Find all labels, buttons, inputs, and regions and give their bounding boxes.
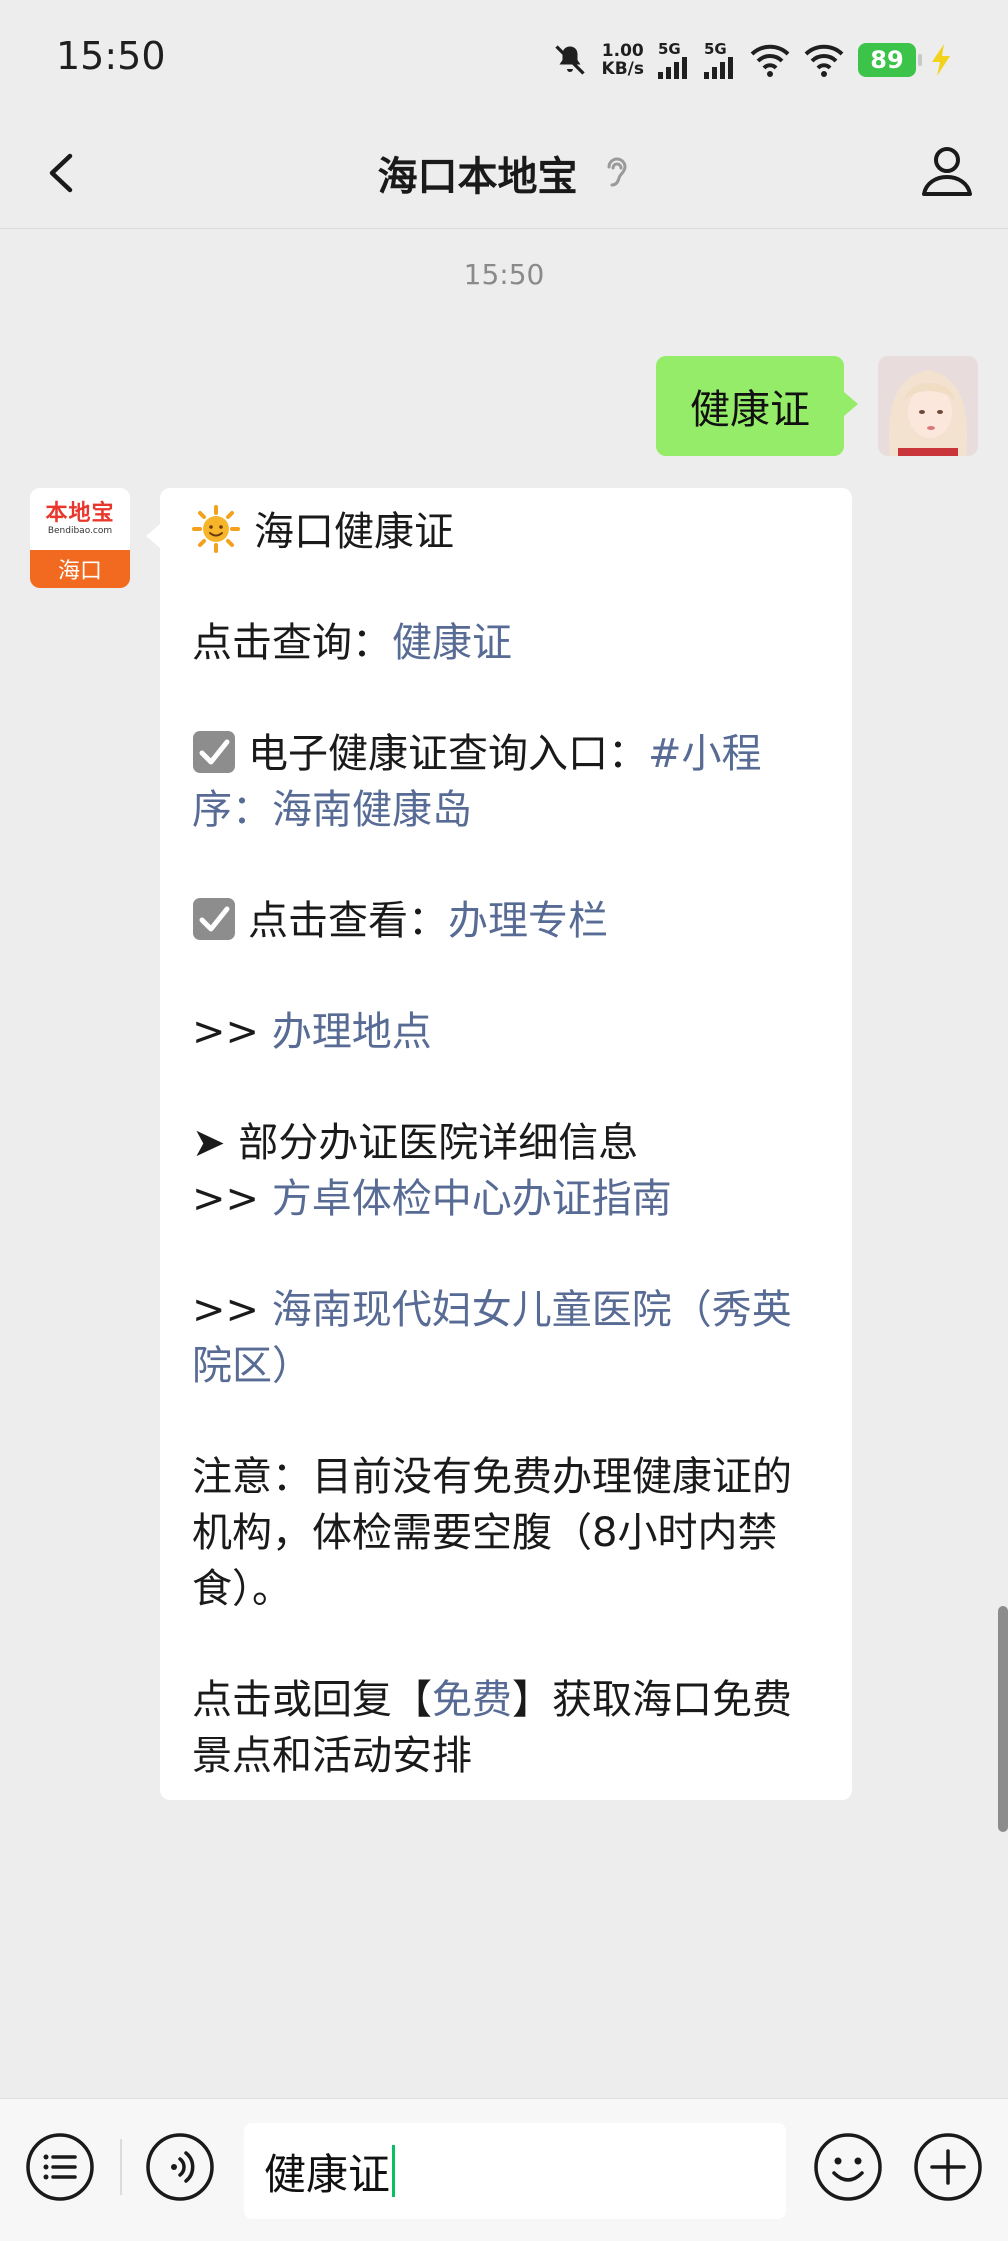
signal-1: 5G: [658, 39, 690, 79]
bot-brand: 本地宝: [45, 500, 115, 526]
charging-icon: [932, 44, 950, 76]
battery-icon: 89: [858, 43, 922, 77]
ehealth-line: 电子健康证查询入口：#小程序：海南健康岛: [192, 726, 820, 838]
status-bar: 15:50 1.00 KB/s 5G 5G 89: [0, 0, 1008, 118]
nav-title-wrap: 海口本地宝: [0, 144, 1008, 202]
user-avatar[interactable]: [878, 356, 978, 456]
received-message-bubble: 海口健康证 点击查询：健康证 电子健康证查询入口：#小程序：海南健康岛 点击查看…: [146, 488, 852, 1800]
wifi-icon: [804, 44, 844, 77]
bot-avatar[interactable]: 本地宝 Bendibao.com 海口: [30, 488, 130, 588]
nav-bar: 海口本地宝: [0, 118, 1008, 229]
emoji-icon: [814, 2133, 882, 2201]
wifi-icon: [750, 44, 790, 77]
checkbox-icon: [193, 731, 235, 773]
location-line: >> 办理地点: [192, 1004, 820, 1060]
free-link[interactable]: 免费: [432, 1677, 512, 1723]
hospital2-line: >> 海南现代妇女儿童医院（秀英院区）: [192, 1282, 820, 1394]
query-link[interactable]: 健康证: [392, 620, 512, 666]
plus-icon: [914, 2133, 982, 2201]
location-prefix: >>: [192, 1009, 272, 1055]
view-link[interactable]: 办理专栏: [448, 898, 608, 944]
mute-bell-icon: [554, 45, 585, 75]
plus-button[interactable]: [912, 2131, 984, 2203]
free-prefix: 点击或回复【: [192, 1677, 432, 1723]
menu-list-icon: [26, 2133, 94, 2201]
text-caret: [392, 2145, 396, 2197]
signal-label: 5G: [704, 39, 727, 58]
hospital1-prefix: >>: [192, 1176, 272, 1222]
bot-logo: 本地宝 Bendibao.com: [30, 488, 130, 550]
net-speed-unit: KB/s: [601, 59, 644, 79]
status-icons: 1.00 KB/s 5G 5G 89: [552, 36, 952, 84]
voice-icon: [146, 2133, 214, 2201]
hospital2-prefix: >>: [192, 1287, 272, 1333]
net-speed: 1.00 KB/s: [602, 42, 644, 78]
menu-button[interactable]: [24, 2131, 96, 2203]
message-input-value: 健康证: [264, 2149, 391, 2199]
reply-title: 海口健康证: [254, 509, 454, 555]
sun-icon: [192, 505, 240, 553]
sent-message-bubble[interactable]: 健康证: [656, 356, 858, 456]
scrollbar[interactable]: [998, 1606, 1008, 1832]
signal-2: 5G: [704, 39, 736, 79]
ehealth-prefix: 电子健康证查询入口：: [248, 731, 648, 777]
status-time: 15:50: [56, 34, 166, 78]
reply-title-line: 海口健康证: [192, 504, 820, 560]
hospital2-link[interactable]: 海南现代妇女儿童医院（秀英院区）: [192, 1287, 792, 1389]
free-line: 点击或回复【免费】获取海口免费景点和活动安排: [192, 1672, 820, 1784]
user-avatar-image: [878, 356, 978, 456]
sent-message-text: 健康证: [690, 387, 810, 433]
query-prefix: 点击查询：: [192, 620, 392, 666]
message-input[interactable]: 健康证: [244, 2123, 786, 2219]
emoji-button[interactable]: [812, 2131, 884, 2203]
note-line: 注意：目前没有免费办理健康证的机构，体检需要空腹（8小时内禁食）。: [192, 1454, 792, 1612]
hospital-heading: ➤ 部分办证医院详细信息: [192, 1120, 639, 1166]
view-prefix: 点击查看：: [248, 898, 448, 944]
bot-url: Bendibao.com: [47, 525, 113, 536]
profile-icon: [922, 147, 972, 196]
page-title: 海口本地宝: [377, 154, 578, 200]
voice-button[interactable]: [144, 2131, 216, 2203]
hospital1-link[interactable]: 方卓体检中心办证指南: [272, 1176, 672, 1222]
signal-label: 5G: [658, 39, 681, 58]
view-line: 点击查看：办理专栏: [192, 893, 820, 949]
net-speed-value: 1.00: [601, 41, 644, 61]
input-bar: 健康证: [0, 2098, 1008, 2241]
query-line: 点击查询：健康证: [192, 615, 820, 671]
checkbox-icon: [193, 898, 235, 940]
location-link[interactable]: 办理地点: [272, 1009, 432, 1055]
input-divider: [120, 2139, 122, 2195]
ear-icon: [607, 157, 627, 187]
message-timestamp: 15:50: [463, 258, 545, 291]
bot-city: 海口: [30, 550, 130, 588]
hospital-block: ➤ 部分办证医院详细信息 >> 方卓体检中心办证指南: [192, 1115, 820, 1227]
profile-button[interactable]: [914, 138, 980, 204]
signal-icon: [658, 56, 687, 79]
signal-icon: [704, 56, 733, 79]
